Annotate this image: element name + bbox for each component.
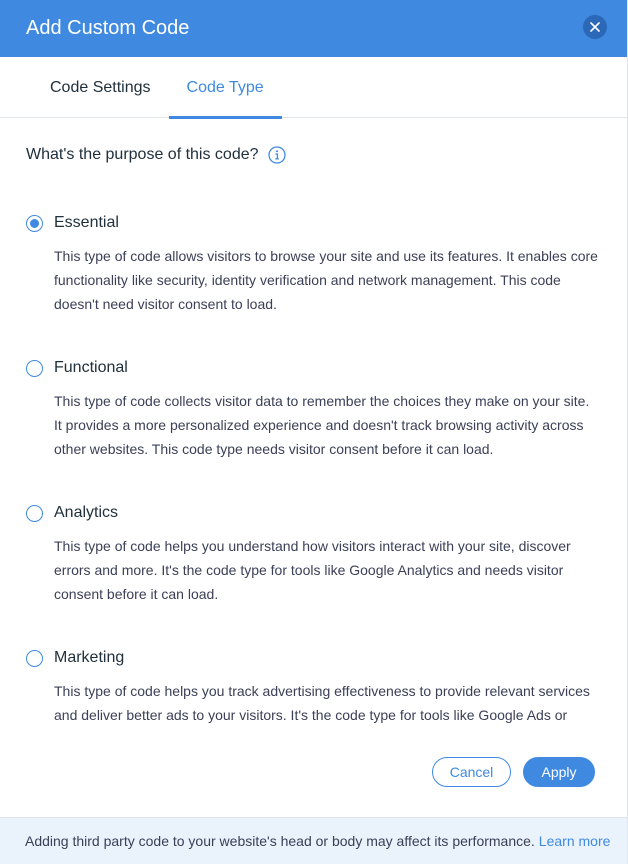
- dialog-actions: Cancel Apply: [432, 757, 595, 787]
- option-marketing-row[interactable]: Marketing: [26, 647, 601, 669]
- option-functional: Functional This type of code collects vi…: [26, 357, 601, 461]
- notice-text: Adding third party code to your website'…: [25, 833, 535, 849]
- tab-code-type[interactable]: Code Type: [168, 57, 282, 119]
- radio-essential[interactable]: [26, 214, 43, 232]
- dialog-header: Add Custom Code: [0, 0, 627, 57]
- code-type-panel: What's the purpose of this code? Essenti…: [0, 146, 627, 727]
- option-marketing-label: Marketing: [54, 649, 125, 666]
- close-button[interactable]: [583, 15, 607, 39]
- purpose-question: What's the purpose of this code?: [26, 146, 601, 164]
- option-functional-description: This type of code collects visitor data …: [54, 393, 590, 457]
- radio-functional[interactable]: [26, 359, 43, 377]
- option-essential-row[interactable]: Essential: [26, 212, 601, 234]
- purpose-question-text: What's the purpose of this code?: [26, 146, 259, 163]
- performance-notice: Adding third party code to your website'…: [0, 817, 627, 864]
- tab-bar: Code Settings Code Type: [0, 57, 627, 119]
- option-marketing-description: This type of code helps you track advert…: [54, 683, 590, 723]
- radio-marketing[interactable]: [26, 649, 43, 667]
- tab-code-type-label: Code Type: [186, 78, 264, 96]
- add-custom-code-dialog: Add Custom Code Code Settings Code Type …: [0, 0, 628, 864]
- dialog-title: Add Custom Code: [26, 17, 190, 39]
- option-analytics-row[interactable]: Analytics: [26, 502, 601, 524]
- option-analytics-label: Analytics: [54, 504, 119, 521]
- tab-code-settings-label: Code Settings: [50, 78, 151, 96]
- option-marketing: Marketing This type of code helps you tr…: [26, 647, 601, 727]
- option-analytics-description: This type of code helps you understand h…: [54, 538, 571, 602]
- apply-button[interactable]: Apply: [523, 757, 595, 787]
- option-essential-label: Essential: [54, 214, 119, 231]
- tab-code-settings[interactable]: Code Settings: [32, 57, 169, 118]
- close-icon: [590, 22, 600, 32]
- option-essential-description: This type of code allows visitors to bro…: [54, 248, 598, 312]
- option-analytics: Analytics This type of code helps you un…: [26, 502, 601, 606]
- info-icon[interactable]: [267, 146, 286, 164]
- radio-analytics[interactable]: [26, 504, 43, 522]
- cancel-button[interactable]: Cancel: [432, 757, 511, 787]
- option-essential: Essential This type of code allows visit…: [26, 212, 601, 316]
- option-functional-row[interactable]: Functional: [26, 357, 601, 379]
- learn-more-link[interactable]: Learn more: [539, 833, 611, 849]
- option-functional-label: Functional: [54, 359, 128, 376]
